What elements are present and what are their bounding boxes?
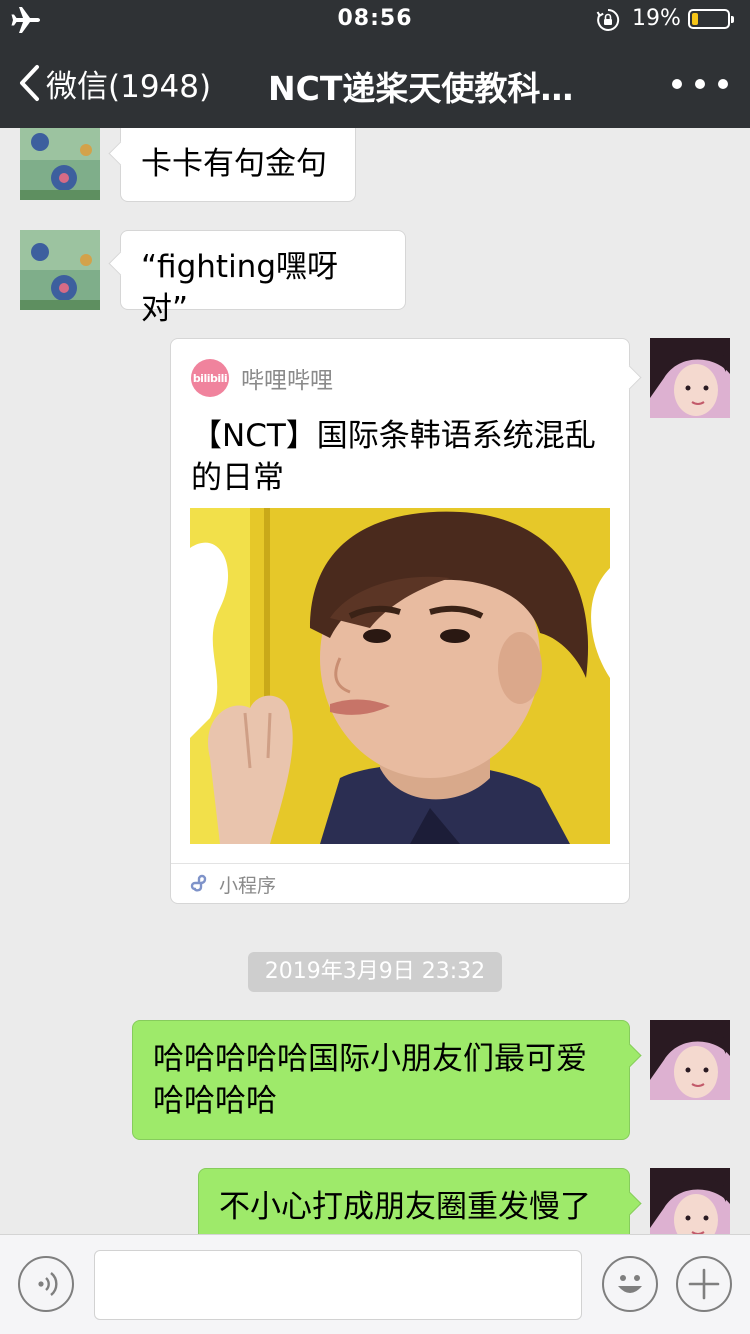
card-source-name: 哔哩哔哩 xyxy=(241,368,333,394)
incoming-message-bubble[interactable]: “fighting嘿呀对” xyxy=(120,230,406,327)
back-label: 微信(1948) xyxy=(46,68,212,105)
chat-title: NCT递桨天使教科… xyxy=(268,69,574,108)
plus-icon xyxy=(688,1268,720,1300)
voice-button[interactable] xyxy=(18,1256,74,1312)
message-text: 哈哈哈哈哈国际小朋友们最可爱哈哈哈哈 xyxy=(153,1041,587,1119)
message-input[interactable] xyxy=(94,1250,582,1320)
message-text: 卡卡有句金句 xyxy=(141,146,327,182)
back-button[interactable]: 微信(1948) xyxy=(18,60,211,106)
card-source: bilibili 哔哩哔哩 xyxy=(191,359,333,397)
dot xyxy=(695,79,705,89)
plus-button[interactable] xyxy=(676,1256,732,1312)
contact-avatar[interactable] xyxy=(20,120,100,200)
card-thumbnail-image xyxy=(190,508,610,844)
emoji-button[interactable] xyxy=(602,1256,658,1312)
my-avatar[interactable] xyxy=(650,1020,730,1100)
mini-program-icon xyxy=(190,874,207,892)
card-footer: 小程序 xyxy=(189,869,276,899)
voice-icon xyxy=(38,1272,58,1296)
battery-icon xyxy=(688,9,734,29)
more-dots-icon[interactable] xyxy=(672,70,728,98)
outgoing-message-bubble[interactable]: 哈哈哈哈哈国际小朋友们最可爱哈哈哈哈 xyxy=(132,1020,630,1140)
chat-timestamp: 2019年3月9日 23:32 xyxy=(248,952,502,992)
contact-avatar[interactable] xyxy=(20,230,100,310)
bilibili-logo-icon: bilibili xyxy=(191,359,229,397)
chevron-left-icon xyxy=(20,65,39,101)
card-divider xyxy=(171,863,629,864)
battery-level xyxy=(692,13,698,25)
top-header: 08:56 19% 微信(1948) NCT递桨天使教科… xyxy=(0,0,750,128)
mini-program-card[interactable]: bilibili 哔哩哔哩 【NCT】国际条韩语系统混乱的日常 小程序 xyxy=(170,338,630,904)
dot xyxy=(672,79,682,89)
incoming-message-bubble[interactable]: 卡卡有句金句 xyxy=(120,120,356,202)
message-text: “fighting嘿呀对” xyxy=(141,249,339,327)
message-text: 不小心打成朋友圈重发慢了 xyxy=(219,1189,591,1225)
chat-area[interactable]: 卡卡有句金句 “fighting嘿呀对” bilibili 哔哩哔哩 【NCT】… xyxy=(0,0,750,1234)
outgoing-message-bubble[interactable]: 不小心打成朋友圈重发慢了 xyxy=(198,1168,630,1234)
battery-percent: 19% xyxy=(632,6,681,31)
orientation-lock-icon xyxy=(596,8,620,31)
input-bar xyxy=(0,1234,750,1334)
card-title: 【NCT】国际条韩语系统混乱的日常 xyxy=(191,418,596,496)
my-avatar[interactable] xyxy=(650,338,730,418)
emoji-icon xyxy=(618,1275,642,1293)
dot xyxy=(718,79,728,89)
status-bar: 08:56 19% xyxy=(0,0,750,40)
my-avatar[interactable] xyxy=(650,1168,730,1234)
nav-bar: 微信(1948) NCT递桨天使教科… xyxy=(0,40,750,128)
card-footer-label: 小程序 xyxy=(219,874,277,897)
